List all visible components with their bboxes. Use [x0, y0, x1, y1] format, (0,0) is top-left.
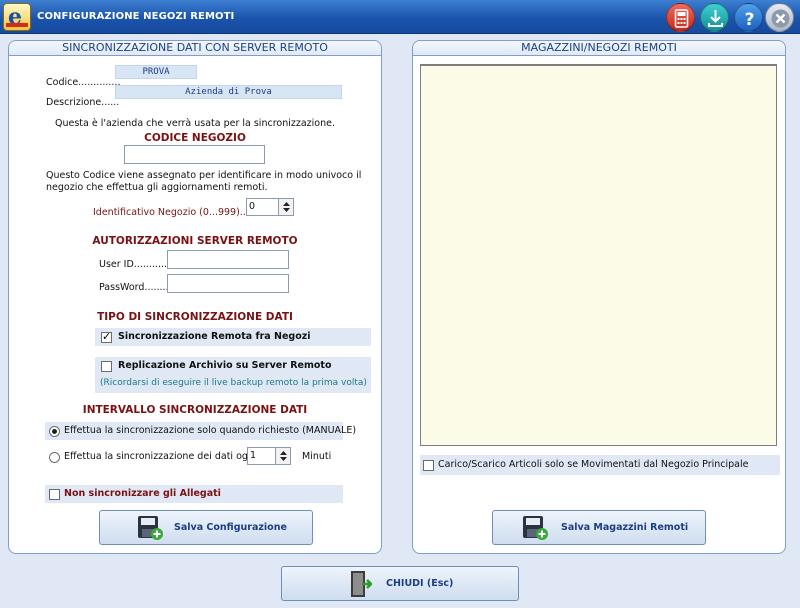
- radio-manuale-row[interactable]: Effettua la sincronizzazione solo quando…: [45, 422, 356, 440]
- allegati-row[interactable]: Non sincronizzare gli Allegati: [45, 485, 343, 503]
- stepper-arrows-icon[interactable]: [275, 448, 290, 464]
- autorizzazioni-heading: AUTORIZZAZIONI SERVER REMOTO: [92, 235, 298, 247]
- identificativo-label: Identificativo Negozio (0...999).......: [93, 207, 261, 218]
- chiudi-label: CHIUDI (Esc): [386, 578, 454, 589]
- window-body: SINCRONIZZAZIONE DATI CON SERVER REMOTO …: [0, 34, 800, 608]
- codice-note-line1: Questo Codice viene assegnato per identi…: [46, 170, 362, 181]
- replicazione-checkbox[interactable]: [101, 361, 112, 372]
- replicazione-note: (Ricordarsi di eseguire il live backup r…: [100, 378, 367, 388]
- calculator-icon[interactable]: [666, 3, 695, 32]
- intervallo-heading: INTERVALLO SINCRONIZZAZIONE DATI: [82, 404, 308, 416]
- radio-ogni-row[interactable]: Effettua la sincronizzazione dei dati og…: [45, 447, 375, 469]
- exit-door-icon: [351, 571, 372, 597]
- codice-field: PROVA: [115, 65, 197, 79]
- salva-magazzini-button[interactable]: Salva Magazzini Remoti: [492, 510, 706, 545]
- codice-note-line2: negozio che effettua gli aggiornamenti r…: [46, 182, 268, 193]
- identificativo-stepper[interactable]: 0: [246, 198, 294, 216]
- minuti-stepper[interactable]: 1: [247, 447, 291, 465]
- sync-remota-checkbox[interactable]: ✓: [101, 330, 112, 343]
- password-label: PassWord........: [99, 282, 169, 293]
- save-disk-icon: [523, 516, 548, 540]
- minuti-value: 1: [250, 450, 257, 461]
- close-icon[interactable]: [765, 3, 794, 32]
- radio-manuale-label: Effettua la sincronizzazione solo quando…: [64, 425, 357, 436]
- allegati-label: Non sincronizzare gli Allegati: [64, 488, 221, 499]
- codice-label: Codice..............: [46, 77, 121, 88]
- descrizione-field: Azienda di Prova: [115, 85, 342, 99]
- minuti-label: Minuti: [302, 451, 332, 462]
- allegati-checkbox[interactable]: [49, 489, 60, 500]
- sync-panel: SINCRONIZZAZIONE DATI CON SERVER REMOTO …: [8, 40, 382, 554]
- sync-remota-label: Sincronizzazione Remota fra Negozi: [118, 331, 311, 342]
- userid-label: User ID............: [99, 259, 171, 270]
- azienda-note: Questa è l'azienda che verrà usata per l…: [55, 118, 335, 129]
- radio-selected-dot: [52, 429, 57, 434]
- salva-configurazione-button[interactable]: Salva Configurazione: [99, 510, 313, 545]
- password-input[interactable]: [167, 274, 289, 293]
- radio-ogni[interactable]: [49, 452, 60, 463]
- codice-negozio-input[interactable]: [124, 145, 265, 164]
- codice-negozio-heading: CODICE NEGOZIO: [144, 132, 246, 144]
- svg-text:?: ?: [745, 10, 755, 30]
- salva-magazzini-label: Salva Magazzini Remoti: [561, 522, 689, 533]
- stepper-arrows-icon[interactable]: [278, 199, 293, 215]
- app-logo-icon: e: [3, 3, 31, 31]
- carico-row[interactable]: Carico/Scarico Articoli solo se Moviment…: [420, 455, 780, 475]
- radio-ogni-label: Effettua la sincronizzazione dei dati og…: [64, 451, 257, 462]
- magazzini-panel-title: MAGAZZINI/NEGOZI REMOTI: [413, 41, 785, 56]
- replicazione-note-row: (Ricordarsi di eseguire il live backup r…: [95, 375, 371, 393]
- carico-label: Carico/Scarico Articoli solo se Moviment…: [438, 459, 749, 470]
- download-icon[interactable]: [700, 3, 729, 32]
- magazzini-panel: MAGAZZINI/NEGOZI REMOTI Carico/Scarico A…: [412, 40, 786, 554]
- salva-configurazione-label: Salva Configurazione: [174, 522, 287, 533]
- title-bar: e CONFIGURAZIONE NEGOZI REMOTI ?: [0, 0, 800, 34]
- radio-manuale[interactable]: [49, 426, 60, 437]
- window-title: CONFIGURAZIONE NEGOZI REMOTI: [37, 11, 235, 22]
- magazzini-list[interactable]: [420, 64, 777, 446]
- replicazione-label: Replicazione Archivio su Server Remoto: [118, 360, 332, 371]
- identificativo-value: 0: [249, 201, 256, 212]
- userid-input[interactable]: [167, 250, 289, 269]
- checkmark-icon: ✓: [102, 330, 112, 343]
- sync-panel-title: SINCRONIZZAZIONE DATI CON SERVER REMOTO: [9, 41, 381, 56]
- chiudi-button[interactable]: CHIUDI (Esc): [281, 566, 519, 601]
- save-disk-icon: [138, 516, 163, 540]
- sync-remota-row[interactable]: ✓ Sincronizzazione Remota fra Negozi: [95, 328, 371, 346]
- carico-checkbox[interactable]: [423, 460, 434, 471]
- tipo-heading: TIPO DI SINCRONIZZAZIONE DATI: [97, 311, 293, 323]
- descrizione-label: Descrizione......: [46, 97, 120, 108]
- help-icon[interactable]: ?: [734, 3, 763, 32]
- replicazione-row[interactable]: Replicazione Archivio su Server Remoto: [95, 357, 371, 375]
